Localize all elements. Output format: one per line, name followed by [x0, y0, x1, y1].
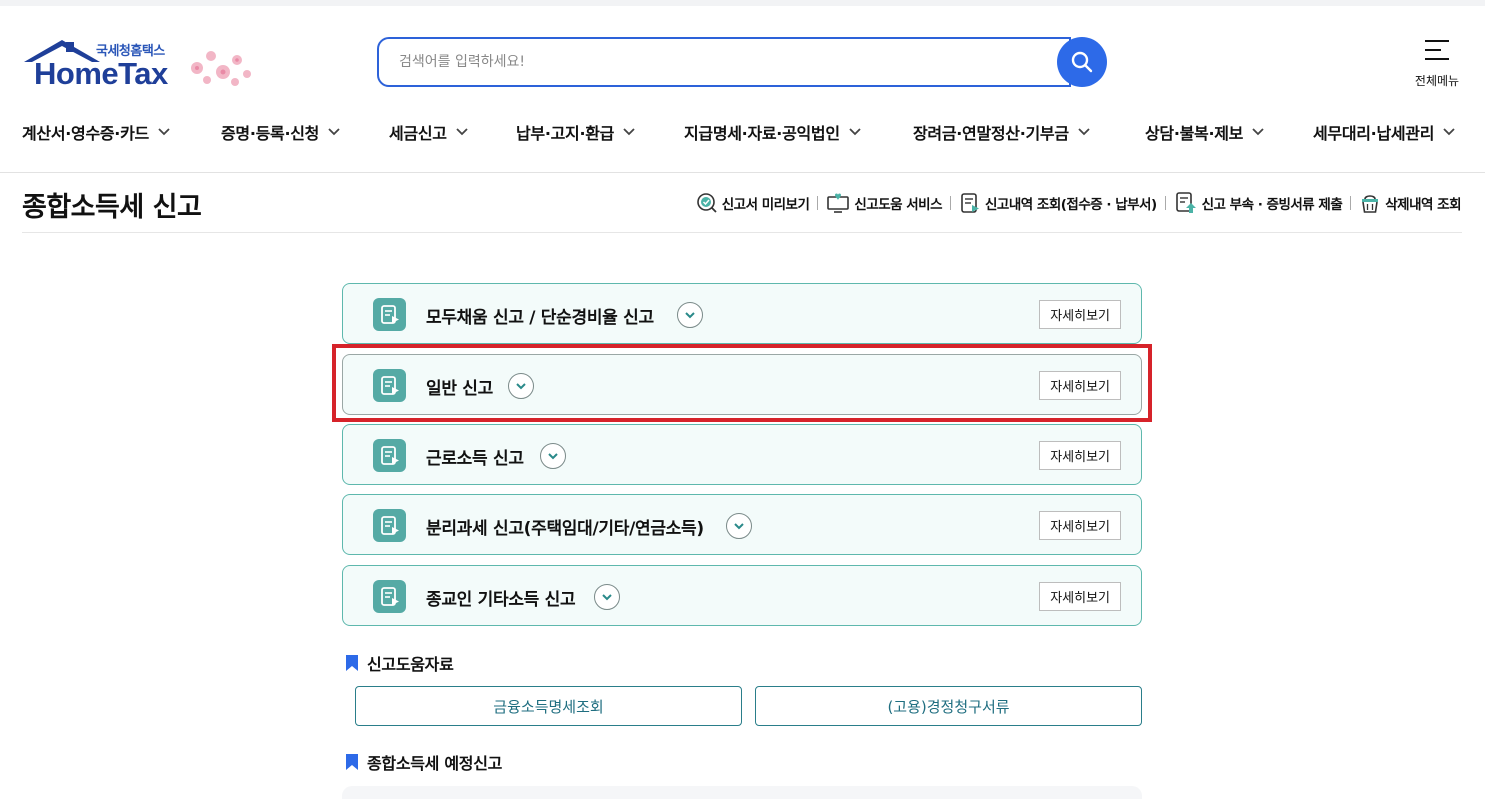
- nav-consult-appeal[interactable]: 상담·불복·제보: [1145, 120, 1265, 144]
- section-title-text: 종합소득세 예정신고: [367, 754, 503, 773]
- document-search-icon: [961, 193, 980, 213]
- expand-toggle[interactable]: [594, 584, 620, 610]
- nav-label: 세무대리·납세관리: [1313, 124, 1435, 143]
- expand-toggle[interactable]: [726, 513, 752, 539]
- tax-form-icon: [373, 580, 406, 613]
- preview-check-icon: [696, 193, 717, 213]
- card-title: 모두채움 신고 / 단순경비율 신고: [426, 308, 654, 328]
- search-input[interactable]: [377, 37, 1071, 87]
- estimate-section-title: 종합소득세 예정신고: [345, 750, 502, 774]
- nav-tax-agent[interactable]: 세무대리·납세관리: [1313, 120, 1456, 144]
- chevron-down-icon: [516, 383, 526, 390]
- separator: [950, 196, 952, 210]
- logo-wordmark: HomeTax: [34, 56, 168, 91]
- nav-label: 계산서·영수증·카드: [22, 124, 149, 143]
- search-icon: [1071, 51, 1093, 73]
- chevron-down-icon: [1078, 128, 1090, 136]
- quick-link-preview[interactable]: 신고서 미리보기: [696, 192, 810, 214]
- global-nav: 계산서·영수증·카드 증명·등록·신청 세금신고 납부·고지·환급 지급명세·자…: [0, 112, 1485, 150]
- bookmark-icon: [346, 655, 358, 671]
- card-title: 근로소득 신고: [426, 449, 524, 469]
- nav-payment-statement[interactable]: 지급명세·자료·공익법인: [684, 120, 862, 144]
- quick-link-help-service[interactable]: 신고도움 서비스: [826, 192, 943, 214]
- quick-link-deleted[interactable]: 삭제내역 조회: [1359, 192, 1461, 214]
- top-strip: [0, 0, 1485, 6]
- chevron-down-icon: [623, 128, 635, 136]
- chevron-down-icon: [734, 523, 744, 530]
- all-menu-label: 전체메뉴: [1414, 74, 1460, 88]
- quick-link-label: 신고도움 서비스: [854, 197, 943, 213]
- section-title-text: 신고도움자료: [367, 655, 454, 674]
- document-upload-icon: [1175, 192, 1196, 213]
- tax-form-icon: [373, 369, 406, 402]
- card-religious-income[interactable]: 종교인 기타소득 신고 자세히보기: [342, 565, 1142, 626]
- quick-link-attachments[interactable]: 신고 부속 · 증빙서류 제출: [1174, 191, 1343, 215]
- detail-button[interactable]: 자세히보기: [1039, 582, 1121, 611]
- chevron-down-icon: [548, 453, 558, 460]
- trash-basket-icon: [1362, 195, 1379, 213]
- tax-form-icon: [373, 439, 406, 472]
- financial-income-lookup-button[interactable]: 금융소득명세조회: [355, 686, 742, 726]
- quick-links: 신고서 미리보기 신고도움 서비스 신고내역 조회(접수증 · 납부서) 신고 …: [696, 190, 1461, 216]
- card-earned-income[interactable]: 근로소득 신고 자세히보기: [342, 424, 1142, 485]
- tax-form-icon: [373, 509, 406, 542]
- quick-link-label: 신고서 미리보기: [721, 197, 810, 213]
- help-section-title: 신고도움자료: [345, 651, 454, 675]
- chevron-down-icon: [456, 128, 468, 136]
- page-title: 종합소득세 신고: [22, 192, 202, 223]
- all-menu-button[interactable]: 전체메뉴: [1408, 38, 1466, 90]
- tax-form-icon: [373, 298, 406, 331]
- quick-link-label: 신고내역 조회(접수증 · 납부서): [985, 197, 1157, 213]
- hamburger-icon: [1425, 40, 1449, 60]
- chevron-down-icon: [849, 128, 861, 136]
- chevron-down-icon: [328, 128, 340, 136]
- nav-label: 상담·불복·제보: [1145, 124, 1244, 143]
- chevron-down-icon: [685, 312, 695, 319]
- nav-label: 지급명세·자료·공익법인: [684, 124, 840, 143]
- card-general-filing[interactable]: 일반 신고 자세히보기: [342, 354, 1142, 415]
- nav-label: 장려금·연말정산·기부금: [913, 124, 1069, 143]
- divider: [0, 172, 1485, 173]
- hometax-logo[interactable]: 국세청홈택스 HomeTax: [22, 38, 262, 94]
- nav-label: 세금신고: [389, 124, 447, 143]
- chevron-down-icon: [1252, 128, 1264, 136]
- chevron-down-icon: [602, 594, 612, 601]
- quick-link-label: 삭제내역 조회: [1385, 197, 1461, 213]
- bookmark-icon: [346, 754, 358, 770]
- nav-label: 납부·고지·환급: [516, 124, 615, 143]
- nav-tax-filing[interactable]: 세금신고: [389, 120, 469, 144]
- detail-button[interactable]: 자세히보기: [1039, 511, 1121, 540]
- detail-button[interactable]: 자세히보기: [1039, 371, 1121, 400]
- nav-payment-refund[interactable]: 납부·고지·환급: [516, 120, 636, 144]
- nav-certificate-registration[interactable]: 증명·등록·신청: [221, 120, 341, 144]
- separator: [1350, 196, 1352, 210]
- expand-toggle[interactable]: [540, 443, 566, 469]
- nav-invoice-receipt-card[interactable]: 계산서·영수증·카드: [22, 120, 171, 144]
- detail-button[interactable]: 자세히보기: [1039, 300, 1121, 329]
- help-monitor-icon: [827, 193, 850, 213]
- card-title: 분리과세 신고(주택임대/기타/연금소득): [426, 519, 704, 539]
- card-title: 종교인 기타소득 신고: [426, 590, 576, 610]
- search-button[interactable]: [1057, 37, 1107, 87]
- card-separate-taxation[interactable]: 분리과세 신고(주택임대/기타/연금소득) 자세히보기: [342, 494, 1142, 555]
- search-bar: [377, 37, 1107, 87]
- separator: [1164, 196, 1166, 210]
- nav-label: 증명·등록·신청: [221, 124, 320, 143]
- expand-toggle[interactable]: [677, 302, 703, 328]
- card-modu-chaeum[interactable]: 모두채움 신고 / 단순경비율 신고 자세히보기: [342, 283, 1142, 344]
- card-title: 일반 신고: [426, 379, 493, 399]
- divider: [22, 232, 1462, 233]
- cherry-blossom-icon: [191, 51, 251, 86]
- nav-incentive-yearend[interactable]: 장려금·연말정산·기부금: [913, 120, 1091, 144]
- chevron-down-icon: [158, 128, 170, 136]
- separator: [817, 196, 819, 210]
- detail-button[interactable]: 자세히보기: [1039, 441, 1121, 470]
- expand-toggle[interactable]: [508, 373, 534, 399]
- estimate-panel: [342, 786, 1142, 799]
- quick-link-label: 신고 부속 · 증빙서류 제출: [1201, 197, 1343, 213]
- quick-link-history[interactable]: 신고내역 조회(접수증 · 납부서): [959, 192, 1157, 214]
- employment-claim-docs-button[interactable]: (고용)경정청구서류: [755, 686, 1142, 726]
- chevron-down-icon: [1443, 128, 1455, 136]
